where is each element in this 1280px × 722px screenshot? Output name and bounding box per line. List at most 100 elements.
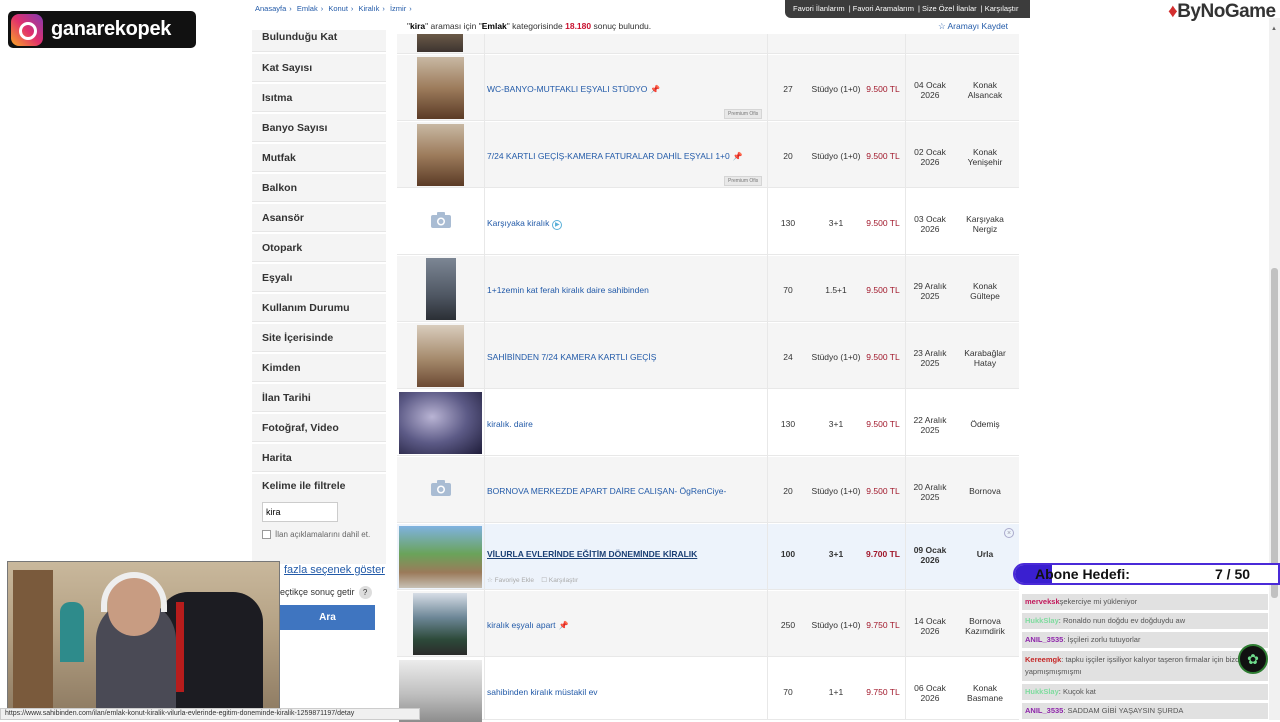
compare-checkbox[interactable]: Karşılaştır: [549, 577, 578, 584]
breadcrumb-home[interactable]: Anasayfa: [255, 4, 286, 13]
column-divider: [905, 34, 906, 720]
listing-title[interactable]: BORNOVA MERKEZDE APART DAİRE CALIŞAN- Ög…: [487, 486, 726, 496]
filter-kitchen[interactable]: Mutfak: [252, 144, 386, 172]
listing-area: 130: [780, 419, 796, 429]
listing-thumbnail[interactable]: [417, 34, 463, 52]
listing-thumbnail[interactable]: [417, 57, 464, 119]
keyword-input[interactable]: [262, 502, 338, 522]
filter-balcony[interactable]: Balkon: [252, 174, 386, 202]
filter-elevator[interactable]: Asansör: [252, 204, 386, 232]
listing-rooms: 3+1: [828, 218, 844, 228]
listing-title[interactable]: Karşıyaka kiralık ▶: [487, 218, 563, 230]
pin-icon: 📌: [732, 152, 743, 161]
filter-from-whom[interactable]: Kimden: [252, 354, 386, 382]
help-icon[interactable]: ?: [358, 586, 372, 599]
listing-thumbnail[interactable]: [413, 593, 467, 655]
filter-parking[interactable]: Otopark: [252, 234, 386, 262]
listing-area: 20: [783, 486, 793, 496]
breadcrumb-izmir[interactable]: İzmir: [390, 4, 406, 13]
breadcrumb: Anasayfa › Emlak › Konut › Kiralık › İzmir ›: [255, 4, 412, 13]
chat-message: HukkSlay: Kuçok kat: [1022, 684, 1268, 700]
listing-area: 20: [783, 151, 793, 161]
filter-usage[interactable]: Kullanım Durumu: [252, 294, 386, 322]
listing-thumbnail[interactable]: [417, 124, 464, 186]
listing-row[interactable]: SAHİBİNDEN 7/24 KAMERA KARTLI GEÇİŞ 24 S…: [397, 323, 1019, 389]
listing-area: 130: [780, 218, 796, 228]
listing-row[interactable]: 7/24 KARTLI GEÇİŞ-KAMERA FATURALAR DAHİL…: [397, 122, 1019, 188]
listing-thumbnail[interactable]: [399, 392, 482, 454]
listing-title[interactable]: 7/24 KARTLI GEÇİŞ-KAMERA FATURALAR DAHİL…: [487, 151, 743, 161]
filter-map[interactable]: Harita: [252, 444, 386, 472]
chat-message: ANIL_3535: İşçileri zorlu tutuyorlar: [1022, 632, 1268, 648]
filter-floor[interactable]: Bulunduğu Kat: [252, 30, 386, 52]
channel-name: ganarekopek: [51, 18, 172, 40]
listing-thumbnail[interactable]: [399, 526, 482, 588]
listing-row-hovered[interactable]: VİLURLA EVLERİNDE EĞİTİM DÖNEMİNDE KİRAL…: [397, 524, 1019, 590]
checkbox-box[interactable]: [262, 530, 271, 539]
load-on-scroll-option[interactable]: eçtikçe sonuç getir?: [280, 586, 372, 599]
listing-row[interactable]: Karşıyaka kiralık ▶ 130 3+1 9.500 TL 03 O…: [397, 189, 1019, 255]
page-scrollbar[interactable]: ▲: [1269, 18, 1280, 720]
filter-bathrooms[interactable]: Banyo Sayısı: [252, 114, 386, 142]
listing-row-partial[interactable]: [397, 34, 1019, 54]
listing-row[interactable]: BORNOVA MERKEZDE APART DAİRE CALIŞAN- Ög…: [397, 457, 1019, 523]
nav-favorite-listings[interactable]: Favori İlanlarım: [793, 4, 845, 13]
listing-location: Konak Basmane: [967, 683, 1003, 703]
chat-user: merveksk: [1025, 597, 1060, 606]
sponsor-logo: ♦ByNoGame: [1168, 1, 1276, 22]
listing-location: Karabağlar Hatay: [964, 348, 1006, 368]
pin-icon: 📌: [650, 85, 661, 94]
listing-title[interactable]: WC-BANYO-MUTFAKLI EŞYALI STÜDYO 📌: [487, 84, 660, 94]
filter-heating[interactable]: Isıtma: [252, 84, 386, 112]
filter-in-site[interactable]: Site İçerisinde: [252, 324, 386, 352]
more-options-link[interactable]: fazla seçenek göster: [284, 564, 385, 576]
filter-photo-video[interactable]: Fotoğraf, Video: [252, 414, 386, 442]
chat-user: Kereemgk: [1025, 655, 1062, 664]
listing-thumbnail[interactable]: [417, 325, 464, 387]
listing-rooms: 1+1: [828, 687, 844, 697]
pin-icon: 📌: [558, 621, 569, 630]
listing-thumbnail[interactable]: [426, 258, 456, 320]
listing-date: 23 Aralık 2025: [913, 348, 947, 368]
listing-rooms: Stüdyo (1+0): [811, 151, 861, 161]
scroll-up-icon[interactable]: ▲: [1271, 26, 1277, 32]
nav-compare[interactable]: Karşılaştır: [985, 4, 1019, 13]
listing-row[interactable]: 1+1zemin kat ferah kiralık daire sahibin…: [397, 256, 1019, 322]
listing-row[interactable]: WC-BANYO-MUTFAKLI EŞYALI STÜDYO 📌 Premium…: [397, 55, 1019, 121]
listing-title[interactable]: kiralık. daire: [487, 419, 533, 429]
listing-date: 02 Ocak 2026: [914, 147, 946, 167]
add-favorite-button[interactable]: ☆ Favoriye Ekle: [487, 577, 534, 584]
listing-title[interactable]: sahibinden kiralık müstakil ev: [487, 687, 598, 697]
breadcrumb-kiralik[interactable]: Kiralık: [359, 4, 380, 13]
search-button[interactable]: Ara: [280, 605, 375, 630]
close-icon[interactable]: ×: [1004, 528, 1014, 538]
column-divider: [484, 34, 485, 720]
breadcrumb-konut[interactable]: Konut: [328, 4, 348, 13]
listing-title[interactable]: 1+1zemin kat ferah kiralık daire sahibin…: [487, 285, 649, 295]
listing-row[interactable]: kiralık. daire 130 3+1 9.500 TL 22 Aralı…: [397, 390, 1019, 456]
filter-panel: Bulunduğu Kat Kat Sayısı Isıtma Banyo Sa…: [252, 30, 386, 564]
listing-location: Bornova: [969, 486, 1001, 496]
result-count: 18.180: [565, 21, 592, 31]
scrollbar-thumb[interactable]: [1271, 268, 1278, 598]
listing-row[interactable]: kiralık eşyalı apart 📌 250 Stüdyo (1+0) 9…: [397, 591, 1019, 657]
filter-furnished[interactable]: Eşyalı: [252, 264, 386, 292]
search-category: Emlak: [481, 21, 507, 31]
instagram-icon: [11, 13, 43, 46]
filter-floor-count[interactable]: Kat Sayısı: [252, 54, 386, 82]
listing-date: 20 Aralık 2025: [913, 482, 947, 502]
webcam-figure: [60, 602, 84, 662]
listing-title[interactable]: VİLURLA EVLERİNDE EĞİTİM DÖNEMİNDE KİRAL…: [487, 549, 697, 559]
listing-date: 03 Ocak 2026: [914, 214, 946, 234]
breadcrumb-emlak[interactable]: Emlak: [297, 4, 318, 13]
save-search-link[interactable]: ☆ Aramayı Kaydet: [938, 21, 1008, 32]
listing-row[interactable]: sahibinden kiralık müstakil ev 70 1+1 9.…: [397, 658, 1019, 722]
listing-title[interactable]: SAHİBİNDEN 7/24 KAMERA KARTLI GEÇİŞ: [487, 352, 656, 362]
nav-special-listings[interactable]: Size Özel İlanlar: [922, 4, 977, 13]
nav-favorite-searches[interactable]: Favori Aramalarım: [853, 4, 914, 13]
listing-price: 9.700 TL: [865, 549, 901, 559]
user-nav: Favori İlanlarım | Favori Aramalarım | Siz…: [785, 0, 1030, 18]
include-descriptions-checkbox[interactable]: İlan açıklamalarını dahil et.: [262, 530, 376, 539]
listing-title[interactable]: kiralık eşyalı apart 📌: [487, 620, 568, 630]
filter-listing-date[interactable]: İlan Tarihi: [252, 384, 386, 412]
